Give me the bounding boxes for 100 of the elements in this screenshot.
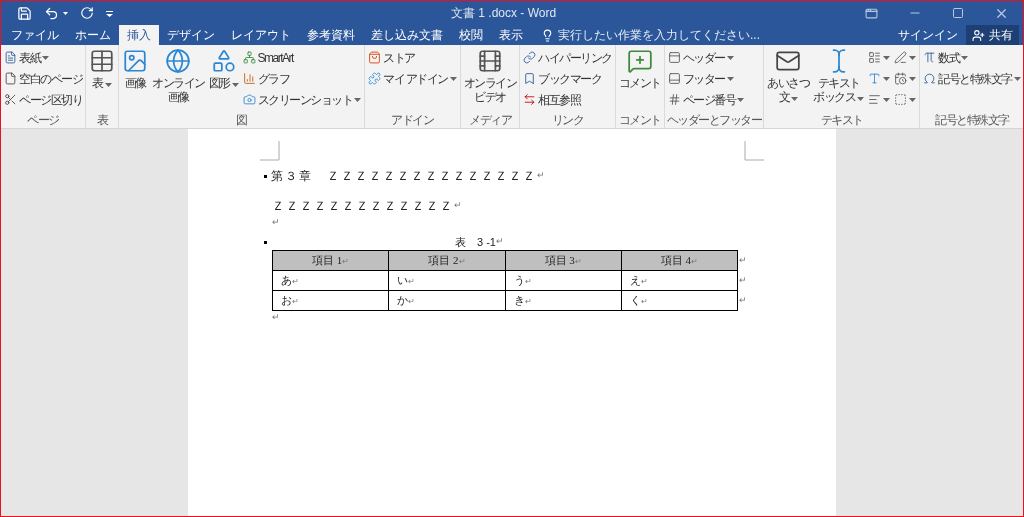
ribbon-button[interactable]: ハイパーリンク	[522, 48, 613, 67]
paragraph-text: ＺＺＺＺＺＺＺＺＺＺＺＺＺ	[272, 198, 454, 215]
heading-text: 第３章 ＺＺＺＺＺＺＺＺＺＺＺＺＺＺＺ	[271, 168, 537, 185]
group-label: コメント	[617, 113, 662, 128]
table-cell: い↵	[388, 270, 505, 291]
envelope-icon	[775, 48, 802, 74]
save-icon[interactable]	[17, 5, 32, 21]
ribbon-button[interactable]: ストア	[367, 48, 458, 67]
ribbon-tab[interactable]: レイアウト	[223, 25, 299, 45]
ribbon-button[interactable]: 空白のページ	[3, 69, 83, 88]
shapes-icon	[210, 48, 237, 74]
group-label: ヘッダーとフッター	[666, 113, 762, 128]
bullet-mark	[264, 174, 267, 178]
lightbulb-icon	[541, 28, 554, 42]
ribbon-button[interactable]: あいさつ 文	[766, 48, 811, 113]
sign-in-link[interactable]: サインイン	[890, 25, 966, 45]
undo-icon[interactable]	[44, 5, 59, 21]
ribbon-button[interactable]: 図形	[207, 48, 240, 113]
table-cell: う↵	[505, 270, 622, 291]
paragraph-mark: ↵	[454, 199, 462, 213]
ribbon-button[interactable]: 表	[88, 48, 116, 113]
caption-text: 表 3 -1	[455, 234, 496, 250]
group-label: 記号と特殊文字	[934, 113, 1011, 128]
table-cell: え↵	[621, 270, 738, 291]
ribbon-button[interactable]: 表紙	[3, 48, 83, 67]
calendar-icon	[894, 72, 908, 85]
caret-icon[interactable]	[63, 11, 68, 15]
ribbon-button[interactable]	[893, 69, 918, 88]
table-header-cell: 項目 1↵	[272, 250, 389, 271]
ribbon-tab[interactable]: 校閲	[451, 25, 491, 45]
ribbon-button[interactable]: テキスト ボックス	[812, 48, 866, 113]
ribbon-tab[interactable]: 差し込み文書	[363, 25, 451, 45]
bar-chart-icon	[242, 72, 256, 85]
frame-icon	[894, 93, 908, 106]
ribbon-tab[interactable]: 参考資料	[299, 25, 363, 45]
globe-icon	[165, 48, 192, 74]
ribbon-button[interactable]: コメント	[617, 48, 662, 113]
group-label: メディア	[468, 113, 513, 128]
align-left-icon	[868, 93, 882, 106]
header-icon	[667, 51, 681, 64]
ribbon-button[interactable]: オンライン ビデオ	[462, 48, 518, 113]
ribbon-tab[interactable]: 表示	[491, 25, 531, 45]
footer-icon	[667, 72, 681, 85]
ribbon-button[interactable]: 記号と特殊文字	[922, 69, 1022, 88]
ribbon-button[interactable]: 数式	[922, 48, 1022, 67]
letter-icon	[868, 72, 882, 85]
redo-icon[interactable]	[80, 6, 94, 20]
ribbon-tab[interactable]: ファイル	[3, 25, 67, 45]
group-label: リンク	[550, 113, 585, 128]
window-title: 文書 1 .docx - Word	[450, 5, 558, 22]
diagram-icon	[242, 51, 256, 64]
group-label: ページ	[26, 113, 60, 128]
ribbon-button[interactable]: オンライン 画像	[151, 48, 206, 113]
ribbon-button[interactable]: SmartArt	[241, 48, 362, 67]
ribbon-tab[interactable]: ホーム	[67, 25, 119, 45]
image-icon	[122, 48, 148, 74]
ribbon-button[interactable]	[893, 48, 918, 67]
corner-mark-icon	[744, 141, 764, 161]
ribbon-button[interactable]: フッター	[666, 69, 746, 88]
pi-icon	[923, 51, 937, 64]
link-icon	[523, 51, 537, 64]
paragraph-mark: ↵	[496, 235, 504, 249]
ribbon-button[interactable]: ヘッダー	[666, 48, 746, 67]
puzzle-icon	[368, 72, 381, 85]
hash-icon	[667, 93, 681, 106]
blank-page-icon	[4, 72, 17, 85]
scissors-icon	[4, 93, 17, 106]
ribbon-button[interactable]: スクリーンショット	[241, 90, 362, 109]
person-icon	[972, 28, 985, 42]
ribbon-button[interactable]: ブックマーク	[522, 69, 613, 88]
film-icon	[477, 48, 504, 74]
page-icon	[4, 51, 17, 64]
bullet-mark	[264, 240, 267, 244]
list-icon	[868, 51, 882, 64]
table-cell: く↵	[621, 290, 738, 311]
ribbon-button[interactable]: マイ アドイン	[367, 69, 458, 88]
pen-icon	[894, 51, 908, 64]
ribbon-tab[interactable]: デザイン	[159, 25, 223, 45]
table-header-cell: 項目 4↵	[621, 250, 738, 271]
maximize-icon[interactable]	[952, 7, 964, 19]
table-header-cell: 項目 3↵	[505, 250, 622, 271]
paragraph-mark: ↵	[272, 216, 280, 230]
group-label: 表	[95, 113, 109, 128]
ribbon-button[interactable]: ページ区切り	[3, 90, 83, 109]
ribbon-button[interactable]: グラフ	[241, 69, 362, 88]
ribbon-button[interactable]: 相互参照	[522, 90, 613, 109]
table-cell: お↵	[272, 290, 389, 311]
table-cell: き↵	[505, 290, 622, 311]
customize-icon[interactable]	[106, 9, 113, 17]
ribbon-button[interactable]: 画像	[121, 48, 149, 113]
ribbon-button[interactable]: ページ番号	[666, 90, 746, 109]
arrows-icon	[523, 93, 537, 106]
ribbon-display-icon[interactable]	[865, 6, 878, 20]
ribbon-tab[interactable]: 挿入	[119, 25, 159, 45]
share-button[interactable]: 共有	[966, 25, 1019, 45]
row-end-mark: ↵	[738, 274, 747, 287]
group-label: テキスト	[819, 113, 864, 128]
omega-icon	[923, 72, 937, 85]
table-cell: あ↵	[272, 270, 389, 291]
group-label: 図	[235, 113, 248, 128]
